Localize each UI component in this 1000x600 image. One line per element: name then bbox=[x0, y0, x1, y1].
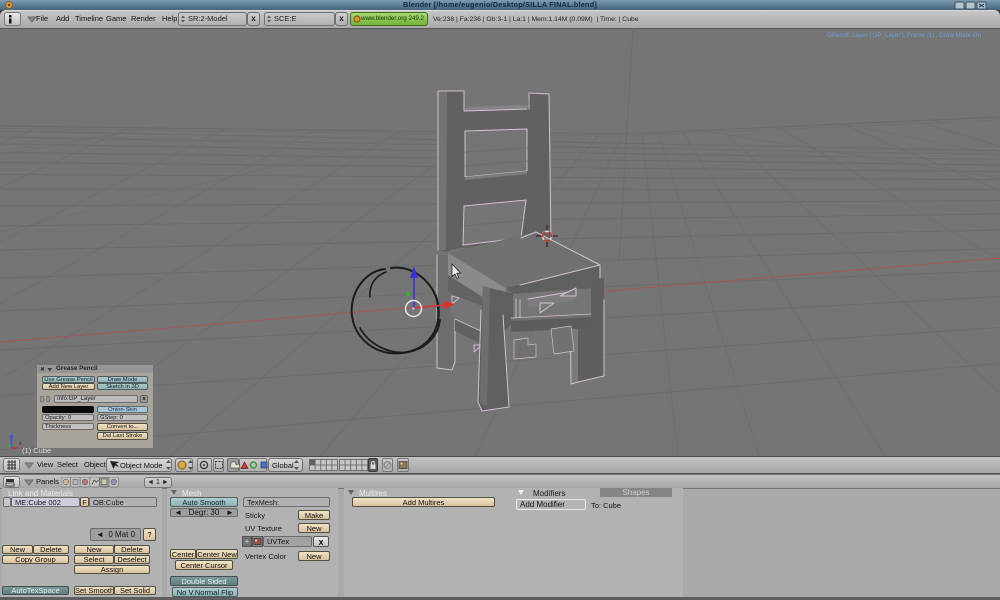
svg-text:GPencil: Layer ('GP_Layer'), F: GPencil: Layer ('GP_Layer'), Frame (1) ,… bbox=[827, 32, 982, 39]
